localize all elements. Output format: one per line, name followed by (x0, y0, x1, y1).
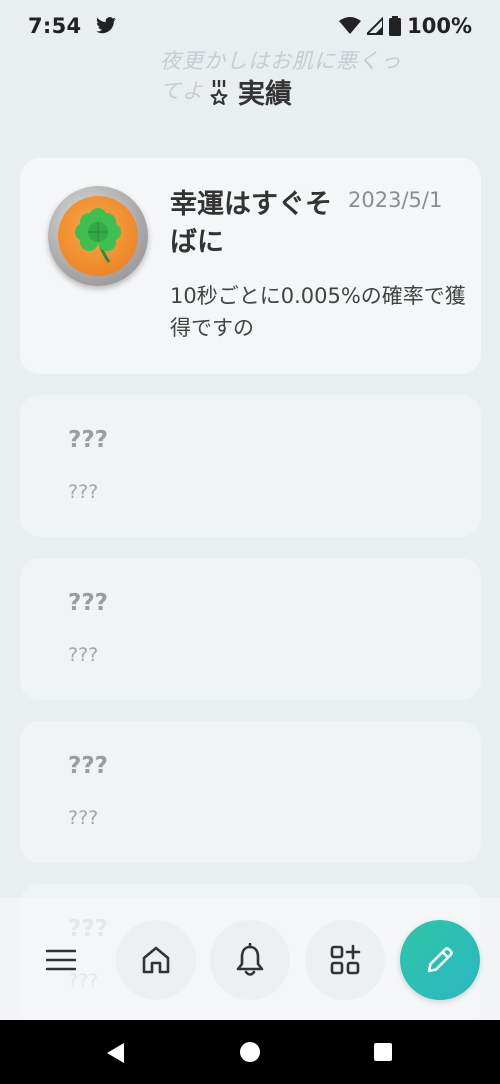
home-icon (142, 946, 170, 974)
locked-achievement-title: ??? (68, 753, 109, 779)
header: 夜更かしはお肌に悪くっ てよ 実績 (0, 40, 500, 140)
locked-achievement-description: ??? (68, 481, 99, 503)
menu-button[interactable] (21, 920, 101, 1000)
status-right: 100% (339, 14, 472, 38)
background-message-line1: 夜更かしはお肌に悪くっ (160, 49, 402, 73)
locked-achievement-card[interactable]: ??? ??? (20, 395, 481, 537)
wifi-icon (339, 17, 362, 34)
twitter-icon (96, 17, 117, 34)
status-bar: 7:54 100% (0, 0, 500, 52)
home-button[interactable] (116, 920, 196, 1000)
four-leaf-clover-icon (75, 208, 121, 263)
widgets-button[interactable] (305, 920, 385, 1000)
bell-icon (236, 943, 264, 976)
achievement-description: 10秒ごとに0.005%の確率で獲得ですの (170, 284, 466, 340)
recents-icon[interactable] (374, 1043, 392, 1061)
locked-achievement-description: ??? (68, 807, 99, 829)
badge-inner (58, 196, 138, 276)
achievement-title: 幸運はすぐそばに (170, 189, 332, 258)
compose-fab[interactable] (400, 920, 480, 1000)
notifications-button[interactable] (210, 920, 290, 1000)
signal-icon (367, 17, 384, 35)
achievement-badge (48, 186, 148, 286)
locked-achievement-title: ??? (68, 590, 109, 616)
page-title-wrap: 実績 (0, 72, 500, 111)
page-title: 実績 (238, 79, 292, 110)
system-nav-bar (0, 1020, 500, 1084)
home-nav-icon[interactable] (240, 1042, 260, 1062)
achievement-date: 2023/5/1 (348, 188, 443, 212)
battery-level: 100% (407, 14, 472, 38)
medal-icon (210, 79, 228, 105)
widgets-icon (330, 944, 361, 975)
status-time: 7:54 (28, 14, 82, 38)
battery-icon (389, 16, 402, 36)
menu-icon (46, 949, 76, 971)
bottom-nav (0, 918, 500, 1010)
locked-achievement-card[interactable]: ??? ??? (20, 558, 481, 700)
screen: 7:54 100% 夜更かしはお肌に悪くっ てよ 実績 幸運はすぐそばに 202… (0, 0, 500, 1084)
locked-achievement-card[interactable]: ??? ??? (20, 721, 481, 863)
back-icon[interactable] (106, 1042, 126, 1064)
locked-achievement-description: ??? (68, 644, 99, 666)
locked-achievement-title: ??? (68, 427, 109, 453)
achievement-card[interactable]: 幸運はすぐそばに 2023/5/1 10秒ごとに0.005%の確率で獲得ですの (20, 158, 481, 374)
pencil-icon (427, 947, 453, 973)
